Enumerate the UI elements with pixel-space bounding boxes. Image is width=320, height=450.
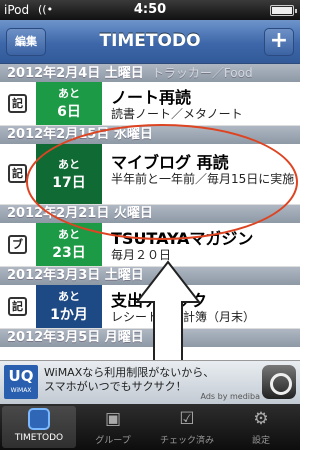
battery-icon — [270, 5, 297, 16]
item-subtitle: 半年前と一年前／毎月15日に実施 — [111, 172, 295, 186]
item-title: TSUTAYAマガジン — [111, 229, 254, 248]
section-header: 2012年3月3日 土曜日 — [0, 267, 300, 285]
remaining-badge: あと 1か月 — [36, 285, 102, 328]
badge-value: 1か月 — [50, 307, 88, 323]
timetodo-icon — [28, 408, 50, 430]
badge-prefix: あと — [58, 228, 80, 241]
ad-logo: UQ WiMAX — [4, 365, 38, 399]
tab-checked[interactable]: ☑ チェック済み — [150, 406, 224, 448]
category-icon: ブ — [8, 235, 27, 254]
page-title: TIMETODO — [99, 31, 201, 51]
group-icon: ▣ — [104, 409, 122, 429]
badge-prefix: あと — [58, 158, 80, 171]
checked-icon: ☑ — [179, 409, 195, 429]
section-header: 2012年3月5日 月曜日 — [0, 329, 300, 347]
section-header: 2012年2月15日 水曜日 — [0, 126, 300, 144]
category-icon: 記 — [8, 94, 27, 113]
ad-banner[interactable]: UQ WiMAX WiMAXなら利用制限がないから、 スマホがいつでもサクサク！… — [0, 360, 300, 404]
item-subtitle: レシート／家計簿（月末） — [111, 310, 256, 324]
badge-prefix: あと — [58, 87, 80, 100]
list-item[interactable]: 記 あと 17日 マイブログ 再読 半年前と一年前／毎月15日に実施 — [0, 144, 300, 205]
tab-label: 設定 — [251, 436, 270, 446]
add-button[interactable]: + — [264, 28, 294, 56]
todo-list[interactable]: 2012年2月4日 土曜日 トラッカー／Food 記 あと 6日 ノート再読 読書… — [0, 64, 300, 360]
settings-icon: ⚙ — [253, 409, 269, 429]
section-header: 2012年2月4日 土曜日 トラッカー／Food — [0, 64, 300, 82]
list-item[interactable]: ブ あと 23日 TSUTAYAマガジン 毎月２０日 — [0, 223, 300, 267]
remaining-badge: あと 6日 — [36, 82, 102, 125]
tab-settings[interactable]: ⚙ 設定 — [224, 406, 298, 448]
item-title: 支出チェック — [111, 291, 208, 310]
tab-timetodo[interactable]: TIMETODO — [2, 406, 76, 448]
section-date: 2012年3月3日 土曜日 — [7, 268, 144, 283]
ad-logo-main: UQ — [8, 367, 34, 385]
section-header: 2012年2月21日 火曜日 — [0, 205, 300, 223]
status-bar: iPod ((• 4:50 — [0, 0, 300, 20]
ad-credit: Ads by mediba — [200, 392, 260, 401]
ad-line-1: WiMAXなら利用制限がないから、 — [44, 366, 215, 379]
tab-label: チェック済み — [159, 436, 214, 446]
section-date: 2012年2月15日 水曜日 — [7, 127, 153, 142]
item-title: マイブログ 再読 — [111, 153, 229, 172]
item-subtitle: 毎月２０日 — [111, 248, 172, 262]
section-date: 2012年3月5日 月曜日 — [7, 330, 144, 345]
item-subtitle: 読書ノート／メタノート — [111, 107, 243, 121]
badge-prefix: あと — [58, 290, 80, 303]
status-time: 4:50 — [133, 2, 167, 17]
ad-line-2: スマホがいつでもサクサク！ — [44, 380, 187, 393]
tab-bar: TIMETODO ▣ グループ ☑ チェック済み ⚙ 設定 — [0, 404, 300, 450]
remaining-badge: あと 17日 — [36, 144, 102, 204]
badge-value: 23日 — [52, 245, 86, 261]
navigation-bar: 編集 TIMETODO + — [0, 20, 300, 64]
item-title: ノート再読 — [111, 88, 192, 107]
list-item[interactable]: 記 あと 1か月 支出チェック レシート／家計簿（月末） — [0, 285, 300, 329]
ad-text: WiMAXなら利用制限がないから、 スマホがいつでもサクサク！ — [44, 366, 214, 394]
category-icon: 記 — [8, 297, 27, 316]
section-date: 2012年2月4日 土曜日 — [7, 66, 144, 81]
badge-value: 6日 — [57, 104, 81, 120]
badge-value: 17日 — [52, 175, 86, 191]
tab-label: グループ — [95, 436, 131, 446]
list-item[interactable]: 記 あと 6日 ノート再読 読書ノート／メタノート — [0, 82, 300, 126]
ad-app-icon[interactable] — [262, 365, 296, 399]
remaining-badge: あと 23日 — [36, 223, 102, 266]
category-icon: 記 — [8, 164, 27, 183]
section-overlay-text: トラッカー／Food — [151, 66, 253, 80]
ad-logo-sub: WiMAX — [10, 387, 32, 394]
section-date: 2012年2月21日 火曜日 — [7, 206, 153, 221]
tab-group[interactable]: ▣ グループ — [76, 406, 150, 448]
tab-label: TIMETODO — [14, 433, 64, 443]
